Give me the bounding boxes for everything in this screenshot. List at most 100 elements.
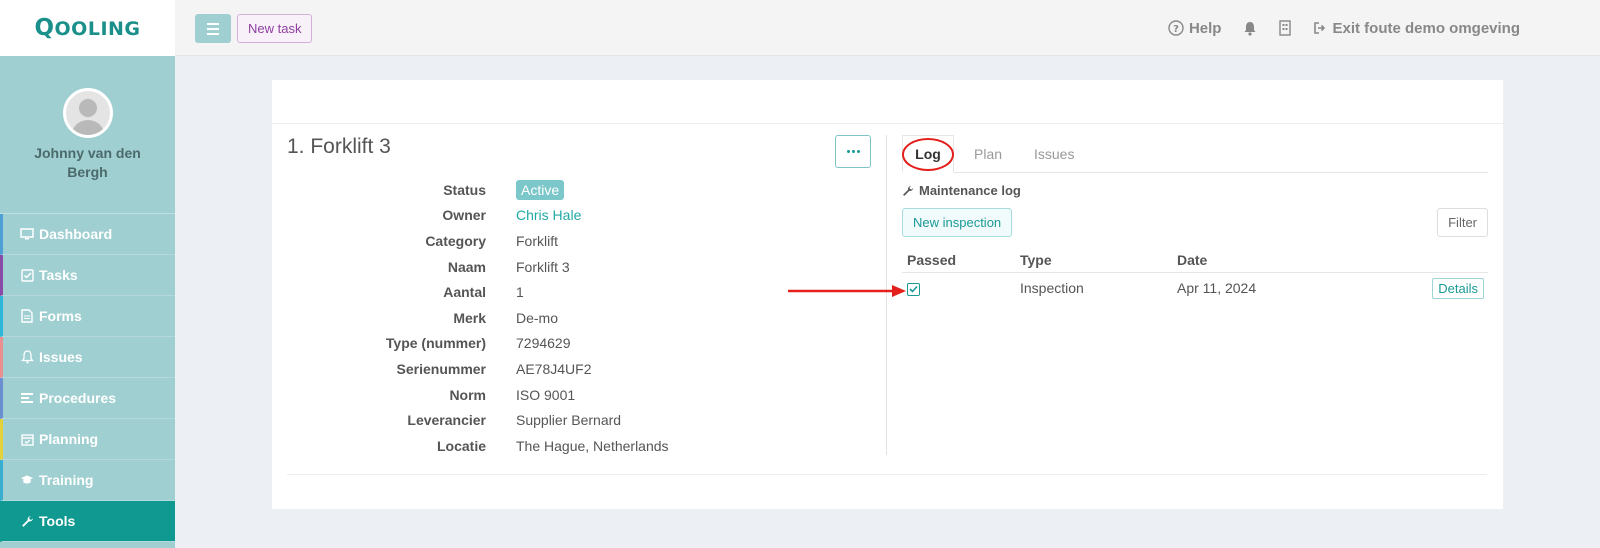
- menu-toggle-button[interactable]: [195, 14, 231, 43]
- tab-issues[interactable]: Issues: [1034, 135, 1074, 173]
- calendar-icon: [20, 432, 34, 446]
- property-label: Locatie: [436, 437, 486, 454]
- graduation-cap-icon: [20, 473, 34, 487]
- top-bar: New task ? Help Exit foute demo omgeving: [175, 0, 1600, 56]
- property-label: Norm: [449, 386, 486, 403]
- check-square-icon: [907, 282, 920, 296]
- tool-log-panel: Log Plan Issues Maintenance log New insp…: [902, 135, 1488, 299]
- tab-plan[interactable]: Plan: [974, 135, 1002, 173]
- bell-icon: [20, 350, 34, 364]
- property-label: Category: [425, 232, 486, 249]
- wrench-icon: [20, 514, 34, 528]
- exit-demo-link[interactable]: Exit foute demo omgeving: [1313, 20, 1520, 37]
- property-row-leverancier: Leverancier Supplier Bernard: [287, 407, 872, 433]
- sidebar-item-label: Planning: [39, 431, 99, 447]
- property-row-owner: Owner Chris Hale: [287, 203, 872, 229]
- property-row-naam: Naam Forklift 3: [287, 254, 872, 280]
- sidebar-item-procedures[interactable]: Procedures: [0, 378, 175, 419]
- date-cell: Apr 11, 2024: [1177, 280, 1257, 296]
- property-label: Status: [443, 181, 486, 198]
- type-cell: Inspection: [1020, 280, 1084, 296]
- user-profile: Johnny van den Bergh: [0, 56, 175, 214]
- passed-cell: [902, 280, 1020, 296]
- help-icon: ?: [1168, 20, 1184, 36]
- property-row-merk: Merk De-mo: [287, 305, 872, 331]
- help-link[interactable]: ? Help: [1168, 20, 1221, 37]
- notifications-button[interactable]: [1243, 21, 1257, 36]
- new-inspection-button[interactable]: New inspection: [902, 208, 1013, 237]
- property-label: Leverancier: [407, 412, 486, 429]
- sidebar-item-tasks[interactable]: Tasks: [0, 255, 175, 296]
- column-header-passed: Passed: [907, 251, 957, 268]
- user-name: Johnny van den Bergh: [34, 145, 141, 180]
- svg-text:?: ?: [1173, 24, 1179, 35]
- document-icon: [20, 309, 34, 323]
- ellipsis-icon: [846, 150, 850, 153]
- owner-link[interactable]: Chris Hale: [516, 207, 581, 223]
- annotation-circle: [902, 138, 954, 171]
- logo-area: QOOLING: [0, 0, 175, 56]
- list-icon: [20, 391, 34, 405]
- status-badge: Active: [516, 179, 565, 200]
- filter-button[interactable]: Filter: [1437, 208, 1488, 237]
- sidebar-item-label: Training: [39, 472, 94, 488]
- sign-out-icon: [1314, 22, 1326, 34]
- checkbox-icon: [20, 268, 34, 282]
- property-label: Aantal: [443, 284, 486, 301]
- sidebar-item-dashboard[interactable]: Dashboard: [0, 214, 175, 255]
- property-value: De-mo: [516, 309, 559, 326]
- property-value: AE78J4UF2: [516, 360, 592, 377]
- sidebar-item-issues[interactable]: Issues: [0, 337, 175, 378]
- column-header-type: Type: [1020, 251, 1052, 268]
- tool-title: 1. Forklift 3: [287, 135, 391, 158]
- bell-icon: [1244, 21, 1256, 36]
- qooling-logo[interactable]: QOOLING: [34, 15, 140, 41]
- log-table: Passed Type Date Inspection Apr 11, 2024 D…: [902, 247, 1488, 303]
- property-label: Owner: [442, 207, 486, 224]
- card-header: [272, 80, 1503, 124]
- sidebar-item-label: Tools: [39, 513, 76, 529]
- sidebar-item-training[interactable]: Training: [0, 460, 175, 501]
- sidebar-item-tools[interactable]: Tools: [0, 501, 175, 542]
- property-label: Merk: [453, 309, 486, 326]
- property-value: Forklift 3: [516, 258, 570, 275]
- top-right-actions: ? Help Exit foute demo omgeving: [1168, 0, 1520, 56]
- wrench-icon: [903, 185, 913, 196]
- property-row-norm: Norm ISO 9001: [287, 382, 872, 408]
- table-row: Inspection Apr 11, 2024 Details: [902, 273, 1488, 303]
- property-row-type-nummer: Type (nummer) 7294629: [287, 331, 872, 357]
- card-footer-divider: [287, 474, 1487, 475]
- property-label: Type (nummer): [385, 335, 486, 352]
- property-value: Active: [516, 179, 565, 200]
- sidebar-nav: Dashboard Tasks Forms Issues Procedures Plann…: [0, 214, 175, 542]
- maintenance-log-label: Maintenance log: [902, 183, 1021, 198]
- property-label: Serienummer: [396, 360, 486, 377]
- property-row-status: Status Active: [287, 177, 872, 203]
- sidebar: QOOLING Johnny van den Bergh Dashboard Ta…: [0, 0, 175, 548]
- property-label: Naam: [447, 258, 486, 275]
- property-value: 7294629: [516, 335, 571, 352]
- property-value: The Hague, Netherlands: [516, 437, 669, 454]
- new-task-button[interactable]: New task: [237, 14, 313, 43]
- avatar[interactable]: [62, 88, 113, 138]
- sidebar-item-label: Issues: [39, 349, 83, 365]
- monitor-icon: [20, 227, 34, 241]
- more-options-button[interactable]: [835, 135, 871, 168]
- details-button[interactable]: Details: [1432, 278, 1484, 299]
- properties-list: Status Active Owner Chris Hale Category Forkl…: [287, 177, 872, 459]
- building-button[interactable]: [1279, 20, 1292, 36]
- sidebar-item-forms[interactable]: Forms: [0, 296, 175, 337]
- table-header: Passed Type Date: [902, 247, 1488, 273]
- sidebar-item-label: Forms: [39, 308, 82, 324]
- annotation-arrow: [788, 285, 906, 297]
- sidebar-item-planning[interactable]: Planning: [0, 419, 175, 460]
- property-value: ISO 9001: [516, 386, 576, 403]
- sidebar-item-label: Dashboard: [39, 226, 113, 242]
- sidebar-item-label: Procedures: [39, 390, 117, 406]
- property-value: Supplier Bernard: [516, 412, 622, 429]
- sidebar-item-label: Tasks: [39, 267, 78, 283]
- property-row-locatie: Locatie The Hague, Netherlands: [287, 433, 872, 459]
- property-value: 1: [516, 284, 524, 301]
- column-header-date: Date: [1177, 251, 1208, 268]
- property-row-serienummer: Serienummer AE78J4UF2: [287, 356, 872, 382]
